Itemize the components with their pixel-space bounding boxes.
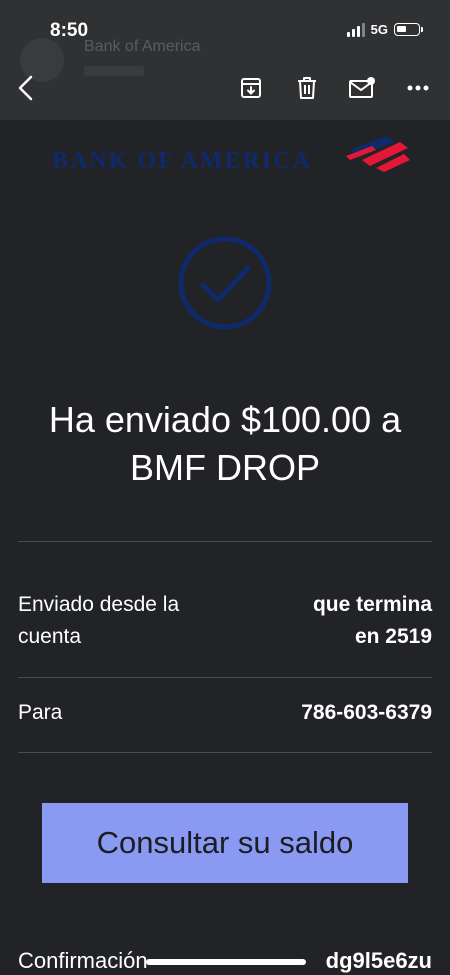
recipient-value: 786-603-6379: [301, 701, 432, 724]
check-balance-button[interactable]: Consultar su saldo: [42, 803, 408, 883]
from-account-value-line: que termina: [312, 593, 432, 616]
signal-icon: [346, 22, 365, 37]
divider: [18, 752, 432, 753]
status-time: 8:50: [50, 20, 89, 41]
back-button[interactable]: [12, 74, 40, 102]
confirmation-code: dg9l5e6zu: [325, 948, 432, 973]
mark-unread-button[interactable]: [348, 74, 376, 102]
from-account-value-line: en 2519: [354, 625, 432, 648]
from-account-value: que termina en 2519: [313, 589, 432, 653]
divider: [18, 677, 432, 678]
flag-logo-icon: [346, 136, 410, 172]
home-indicator[interactable]: [146, 959, 306, 965]
bank-logo: BANK OF AMERICA: [52, 134, 412, 174]
archive-icon: [241, 78, 261, 98]
sender-name: Bank of America: [84, 38, 201, 55]
sender-subtitle-placeholder: [84, 66, 144, 76]
confirmation-headline: Ha enviado $100.00 a BMF DROP: [0, 396, 450, 492]
mail-unread-icon: [349, 77, 375, 98]
chevron-left-icon: [18, 75, 33, 101]
divider: [18, 541, 432, 542]
brand-wordmark: BANK OF AMERICA: [52, 148, 312, 174]
confirmation-label: Confirmación: [18, 948, 148, 973]
status-indicators: 5G: [346, 22, 423, 37]
from-account-label-line: Enviado desde la: [18, 593, 180, 616]
battery-icon: [394, 23, 423, 36]
delete-button[interactable]: [293, 74, 321, 102]
more-button[interactable]: [404, 74, 432, 102]
network-label: 5G: [370, 22, 388, 37]
from-account-label: Enviado desde la cuenta: [18, 589, 179, 653]
top-bar: Bank of America 8:50 5G: [0, 0, 450, 120]
check-circle-icon: [178, 236, 272, 330]
more-horizontal-icon: [407, 85, 429, 91]
headline-amount: Ha enviado $100.00 a: [48, 399, 402, 440]
recipient-label: Para: [18, 701, 63, 724]
archive-button[interactable]: [237, 74, 265, 102]
from-account-label-line: cuenta: [18, 625, 82, 648]
headline-recipient: BMF DROP: [129, 447, 320, 488]
trash-icon: [298, 77, 316, 99]
